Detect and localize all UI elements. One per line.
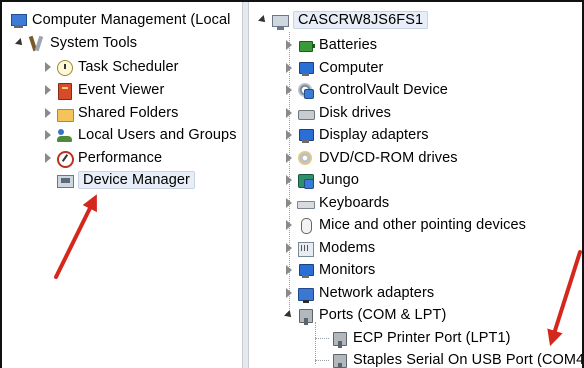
tree-node-label: Event Viewer (78, 82, 165, 98)
tools-icon (28, 35, 45, 52)
disk-drive-icon (297, 105, 315, 122)
jungo-icon (297, 172, 314, 189)
device-category-jungo[interactable]: Jungo (283, 169, 359, 191)
expand-arrow-icon[interactable] (14, 32, 26, 54)
tree-node-performance[interactable]: Performance (42, 147, 162, 169)
dvd-icon (297, 150, 314, 167)
port-icon (331, 330, 348, 348)
collapse-arrow-icon[interactable] (42, 147, 54, 169)
device-category-label: Mice and other pointing devices (319, 217, 527, 233)
performance-icon (56, 150, 74, 168)
tree-node-label: System Tools (50, 35, 138, 51)
battery-icon (297, 37, 315, 54)
port-icon (297, 307, 314, 325)
tree-root-label: Computer Management (Local (32, 12, 231, 28)
computer-icon (271, 12, 289, 30)
users-icon (56, 127, 73, 144)
device-category-label: Ports (COM & LPT) (319, 307, 447, 323)
shared-folder-icon (56, 105, 74, 122)
device-category-mice[interactable]: Mice and other pointing devices (283, 214, 526, 236)
collapse-arrow-icon[interactable] (283, 124, 295, 146)
collapse-arrow-icon[interactable] (283, 169, 295, 191)
network-adapter-icon (297, 285, 314, 303)
device-ecp-printer-port[interactable]: ECP Printer Port (LPT1) (331, 327, 511, 349)
device-category-ports[interactable]: Ports (COM & LPT) (283, 304, 446, 326)
device-tree-root[interactable]: CASCRW8JS6FS1 (257, 9, 429, 31)
device-category-label: Disk drives (319, 105, 391, 121)
expand-arrow-icon[interactable] (257, 9, 269, 31)
device-staples-serial-usb-port[interactable]: Staples Serial On USB Port (COM4) (331, 349, 582, 368)
device-category-label: Jungo (319, 172, 360, 188)
device-category-label: Monitors (319, 262, 376, 278)
expand-arrow-icon[interactable] (283, 304, 295, 326)
tree-connector-line (315, 360, 329, 361)
tree-node-label: Local Users and Groups (78, 127, 237, 143)
collapse-arrow-icon[interactable] (283, 237, 295, 259)
tree-node-label: Task Scheduler (78, 59, 179, 75)
device-category-network-adapters[interactable]: Network adapters (283, 282, 434, 304)
tree-connector-line (315, 338, 329, 339)
collapse-arrow-icon[interactable] (283, 214, 295, 236)
tree-node-label-selected: Device Manager (78, 171, 195, 189)
device-label: ECP Printer Port (LPT1) (353, 330, 511, 346)
device-tree-pane: CASCRW8JS6FS1 Batteries Computer Control… (249, 2, 582, 368)
device-category-label: Network adapters (319, 285, 435, 301)
tree-node-label: Performance (78, 150, 163, 166)
device-category-label: Batteries (319, 37, 378, 53)
monitor-icon (297, 262, 314, 279)
clock-icon (56, 59, 73, 76)
device-manager-icon (56, 172, 74, 189)
computer-icon (297, 60, 314, 77)
collapse-arrow-icon[interactable] (283, 192, 295, 214)
display-adapter-icon (297, 127, 314, 144)
collapse-arrow-icon[interactable] (283, 34, 295, 56)
tree-node-event-viewer[interactable]: Event Viewer (42, 79, 164, 101)
device-category-disk-drives[interactable]: Disk drives (283, 102, 391, 124)
keyboard-icon (297, 195, 315, 212)
navigation-tree-pane: Computer Management (Local System Tools … (2, 2, 242, 368)
device-category-label: Modems (319, 240, 376, 256)
tree-root-computer-management[interactable]: Computer Management (Local (10, 9, 230, 31)
tree-node-shared-folders[interactable]: Shared Folders (42, 102, 179, 124)
device-category-label: DVD/CD-ROM drives (319, 150, 458, 166)
computer-management-icon (10, 12, 27, 29)
device-category-display-adapters[interactable]: Display adapters (283, 124, 429, 146)
collapse-arrow-icon[interactable] (283, 147, 295, 169)
event-viewer-icon (56, 82, 73, 100)
device-category-keyboards[interactable]: Keyboards (283, 192, 389, 214)
modem-icon (297, 240, 314, 257)
collapse-arrow-icon[interactable] (283, 282, 295, 304)
pane-splitter[interactable] (242, 2, 249, 368)
mouse-icon (297, 217, 314, 234)
device-category-label: Computer (319, 60, 384, 76)
collapse-arrow-icon[interactable] (42, 124, 54, 146)
collapse-arrow-icon[interactable] (283, 102, 295, 124)
collapse-arrow-icon[interactable] (283, 259, 295, 281)
collapse-arrow-icon[interactable] (283, 79, 295, 101)
port-icon (331, 352, 348, 368)
device-category-batteries[interactable]: Batteries (283, 34, 377, 56)
device-category-dvd-cdrom[interactable]: DVD/CD-ROM drives (283, 147, 458, 169)
tree-node-task-scheduler[interactable]: Task Scheduler (42, 56, 179, 78)
tree-node-system-tools[interactable]: System Tools (14, 32, 137, 54)
device-category-label: Display adapters (319, 127, 429, 143)
collapse-arrow-icon[interactable] (42, 79, 54, 101)
tree-connector-line (315, 322, 316, 364)
tree-node-label: Shared Folders (78, 105, 179, 121)
tree-node-device-manager[interactable]: Device Manager (56, 169, 195, 191)
collapse-arrow-icon[interactable] (42, 102, 54, 124)
device-category-label: ControlVault Device (319, 82, 448, 98)
device-category-monitors[interactable]: Monitors (283, 259, 375, 281)
tree-node-local-users-and-groups[interactable]: Local Users and Groups (42, 124, 237, 146)
collapse-arrow-icon[interactable] (283, 57, 295, 79)
collapse-arrow-icon[interactable] (42, 56, 54, 78)
device-category-computer[interactable]: Computer (283, 57, 383, 79)
device-category-modems[interactable]: Modems (283, 237, 375, 259)
device-tree-root-label: CASCRW8JS6FS1 (293, 11, 429, 29)
device-category-label: Keyboards (319, 195, 390, 211)
device-label: Staples Serial On USB Port (COM4) (353, 352, 582, 368)
security-device-icon (297, 82, 314, 99)
device-category-controlvault[interactable]: ControlVault Device (283, 79, 448, 101)
